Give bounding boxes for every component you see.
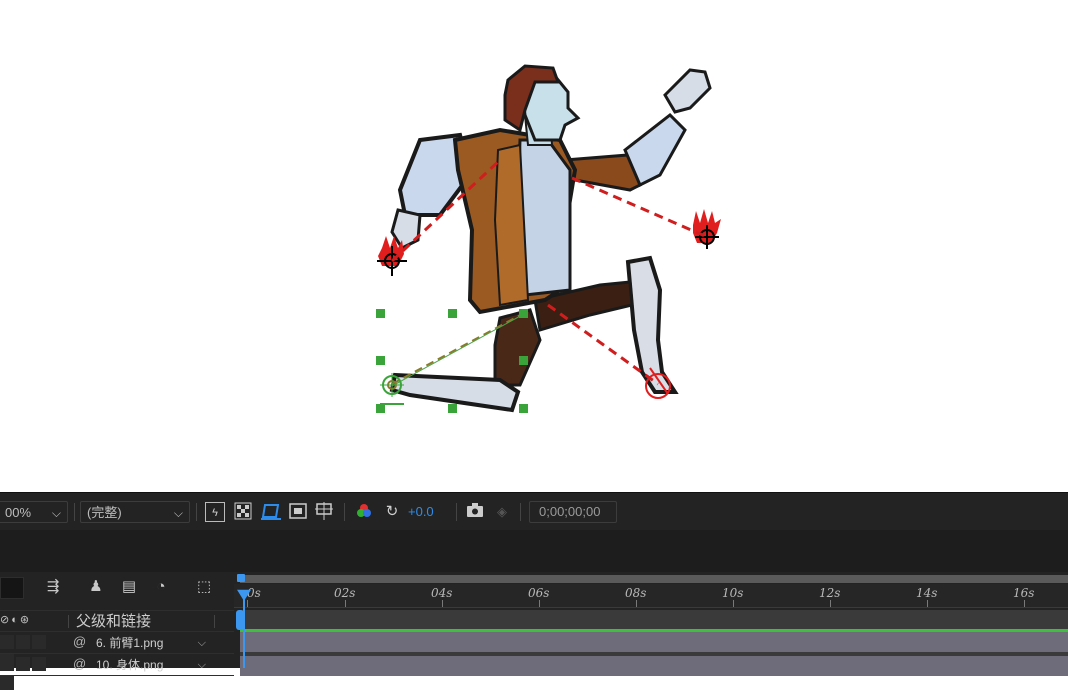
- viewer-toolbar: 00% ⌵ (完整) ⌵ ϟ ↻ +0.0 ◈ 0;00;00;00: [0, 492, 1068, 530]
- resolution-dropdown[interactable]: (完整) ⌵: [80, 501, 190, 523]
- magnification-value: 00%: [5, 505, 32, 520]
- ruler-tick-mark: [733, 600, 734, 607]
- ruler-tick-mark: [1024, 600, 1025, 607]
- chevron-down-icon: ⌵: [173, 506, 183, 520]
- chevron-down-icon: ⌵: [197, 659, 206, 671]
- exposure-value[interactable]: +0.0: [408, 502, 434, 522]
- layer-search-input[interactable]: [0, 577, 24, 599]
- composition-viewer[interactable]: [0, 0, 1068, 492]
- ruler-tick-label: 14s: [916, 586, 938, 600]
- ruler-tick-mark: [927, 600, 928, 607]
- layer-duration-bar[interactable]: [240, 632, 1068, 652]
- fast-preview-icon[interactable]: ϟ: [205, 502, 225, 522]
- layer-switches[interactable]: [0, 657, 62, 690]
- show-snapshot-icon[interactable]: ◈: [492, 502, 512, 522]
- parent-dropdown[interactable]: 10. 身体.png ⌵: [96, 656, 212, 674]
- color-channels-icon[interactable]: [354, 502, 374, 522]
- timecode-value: 0;00;00;00: [539, 504, 601, 519]
- character-artwork: [376, 64, 721, 413]
- composition-flowchart-icon[interactable]: ⇶: [42, 576, 64, 598]
- graph-editor-icon[interactable]: ⬚: [193, 576, 215, 598]
- ruler-tick-label: 04s: [431, 586, 453, 600]
- ruler-tick-label: 06s: [528, 586, 550, 600]
- layer-row[interactable]: @ 10. 身体.png ⌵: [0, 654, 234, 690]
- layer-outline: ⇶ ♟ ▤ ◔ ⬚ ⊘◐⊛ 父级和链接 @ 6. 前臂1.png ⌵ @ 10.…: [0, 572, 234, 690]
- parent-value: 6. 前臂1.png: [96, 636, 164, 650]
- current-time-indicator[interactable]: [243, 590, 245, 668]
- column-switch-icons: ⊘◐⊛: [0, 614, 32, 626]
- mask-visibility-icon[interactable]: [261, 502, 281, 522]
- parent-value: 10. 身体.png: [96, 658, 164, 672]
- layer-row[interactable]: @ 6. 前臂1.png ⌵: [0, 632, 234, 668]
- parent-dropdown[interactable]: 6. 前臂1.png ⌵: [96, 634, 212, 652]
- parent-link-column-header: 父级和链接: [76, 613, 152, 630]
- ruler-tick-mark: [345, 600, 346, 607]
- time-ruler[interactable]: 0s 02s 04s 06s 08s 10s 12s 14s 16s: [234, 584, 1068, 608]
- ruler-tick-label: 0s: [247, 586, 261, 600]
- pick-whip-icon[interactable]: @: [73, 656, 86, 671]
- transparency-grid-icon[interactable]: [233, 502, 253, 522]
- magnification-dropdown[interactable]: 00% ⌵: [0, 501, 68, 523]
- resolution-value: (完整): [87, 505, 122, 520]
- layer-column-header: ⊘◐⊛ 父级和链接: [0, 610, 234, 632]
- work-area-bar[interactable]: [240, 575, 1068, 583]
- work-area-start-handle[interactable]: [237, 574, 245, 582]
- guides-icon[interactable]: [314, 502, 334, 522]
- ruler-tick-label: 12s: [819, 586, 841, 600]
- motion-blur-icon[interactable]: ◔: [150, 576, 172, 598]
- pick-whip-icon[interactable]: @: [73, 634, 86, 649]
- panel-divider: [0, 530, 1068, 572]
- timeline-panel: ⇶ ♟ ▤ ◔ ⬚ ⊘◐⊛ 父级和链接 @ 6. 前臂1.png ⌵ @ 10.…: [0, 572, 1068, 690]
- ruler-tick-mark: [636, 600, 637, 607]
- reset-exposure-icon[interactable]: ↻: [382, 502, 402, 522]
- ruler-tick-mark: [539, 600, 540, 607]
- work-area-indicator: [240, 629, 1068, 632]
- timecode-display[interactable]: 0;00;00;00: [529, 501, 617, 523]
- snapshot-icon[interactable]: [465, 502, 485, 522]
- chevron-down-icon: ⌵: [197, 637, 206, 649]
- shy-layers-icon[interactable]: ♟: [85, 576, 107, 598]
- ruler-tick-label: 16s: [1013, 586, 1035, 600]
- timeline-tracks[interactable]: 0s 02s 04s 06s 08s 10s 12s 14s 16s: [234, 572, 1068, 676]
- layer-in-handle[interactable]: [236, 610, 244, 630]
- frame-blending-icon[interactable]: ▤: [118, 576, 140, 598]
- ruler-tick-label: 02s: [334, 586, 356, 600]
- region-of-interest-icon[interactable]: [288, 502, 308, 522]
- layer-switches[interactable]: [0, 635, 62, 668]
- layer-duration-bar[interactable]: [240, 656, 1068, 676]
- ruler-tick-label: 10s: [722, 586, 744, 600]
- ruler-tick-mark: [247, 600, 248, 607]
- chevron-down-icon: ⌵: [51, 506, 61, 520]
- puppet-pin-right-hand: [693, 209, 721, 249]
- ruler-tick-label: 08s: [625, 586, 647, 600]
- ruler-tick-mark: [830, 600, 831, 607]
- ruler-tick-mark: [442, 600, 443, 607]
